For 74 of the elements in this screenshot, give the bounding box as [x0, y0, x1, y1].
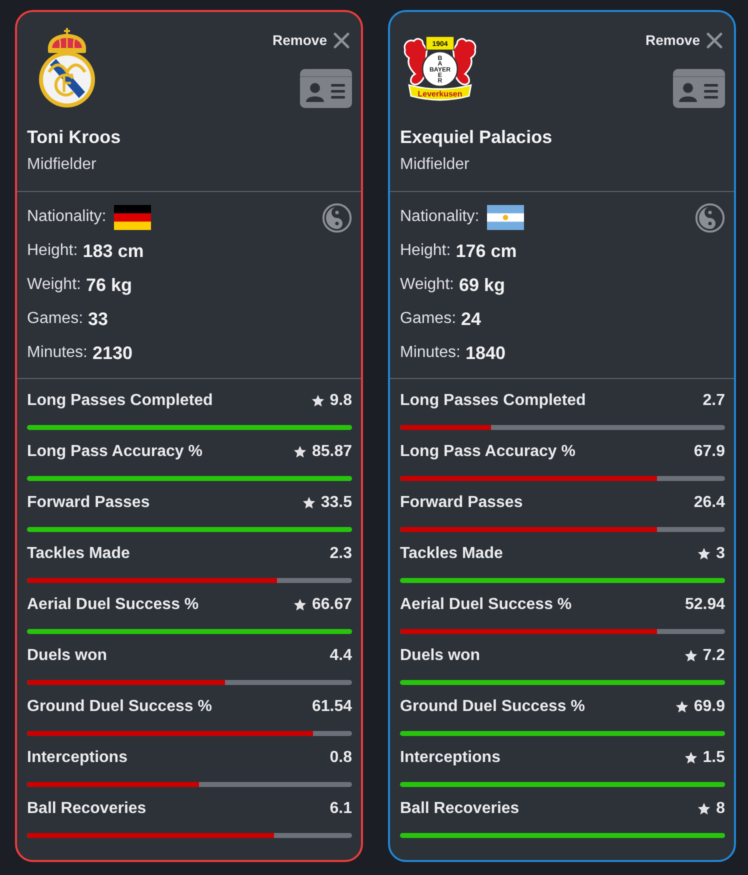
info-label: Height:	[27, 242, 78, 260]
stat-value: 2.3	[330, 545, 352, 563]
stat-label: Ball Recoveries	[400, 800, 520, 818]
info-label: Games:	[400, 310, 456, 328]
id-card-icon[interactable]	[673, 69, 725, 108]
stat-value: 4.4	[330, 647, 352, 665]
info-label: Height:	[400, 242, 451, 260]
german-flag-icon	[114, 204, 152, 230]
stat-label: Aerial Duel Success %	[27, 596, 199, 614]
info-label: Minutes:	[400, 344, 460, 362]
stat-value: 69.9	[694, 698, 725, 716]
stat-label: Duels won	[400, 647, 480, 665]
stat-label: Tackles Made	[400, 545, 503, 563]
info-value: 76 kg	[86, 274, 132, 296]
close-icon	[706, 32, 723, 48]
stat-label: Long Passes Completed	[27, 392, 213, 410]
info-value: 2130	[92, 342, 133, 364]
info-label: Games:	[27, 310, 84, 328]
info-label: Weight:	[27, 276, 81, 294]
stat-value: 0.8	[330, 749, 352, 767]
stat-value: 9.8	[330, 392, 352, 410]
stat-label: Long Pass Accuracy %	[400, 443, 576, 461]
crest-disc	[422, 50, 458, 88]
year-banner	[426, 36, 454, 50]
remove-button[interactable]: Remove	[646, 31, 723, 49]
stat-label: Forward Passes	[400, 494, 523, 512]
info-value: 1840	[465, 342, 506, 364]
info-value: 69 kg	[458, 274, 505, 296]
stat-value: 52.94	[684, 596, 725, 614]
stat-label: Interceptions	[27, 749, 128, 767]
stat-label: Long Pass Accuracy %	[27, 443, 202, 461]
info-value: 183 cm	[82, 240, 144, 262]
id-card-icon[interactable]	[300, 69, 352, 108]
yin-yang-icon[interactable]	[322, 203, 352, 233]
lion-drawing	[452, 38, 476, 86]
stat-value: 67.9	[694, 443, 725, 461]
close-icon	[333, 32, 350, 48]
stat-value: 1.5	[702, 749, 725, 767]
stat-value: 33.5	[320, 494, 352, 512]
player-position: Midfielder	[27, 155, 98, 175]
info-value: 24	[461, 308, 482, 330]
stat-value: 26.4	[694, 494, 725, 512]
yin-yang-icon[interactable]	[695, 203, 725, 233]
player-position: Midfielder	[400, 155, 470, 175]
info-label: Nationality:	[400, 208, 480, 226]
stat-value: 2.7	[702, 392, 725, 410]
stat-label: Interceptions	[400, 749, 500, 767]
lion-drawing	[404, 38, 428, 86]
crest-ribbon-text: Leverkusen	[418, 90, 462, 98]
info-label: Weight:	[400, 276, 454, 294]
stat-label: Tackles Made	[27, 545, 130, 563]
stat-value: 85.87	[312, 443, 352, 461]
stat-label: Long Passes Completed	[400, 392, 586, 410]
info-label: Nationality:	[27, 208, 106, 226]
stat-label: Ground Duel Success %	[400, 698, 585, 716]
crest-ribbon	[408, 84, 472, 101]
stat-value: 61.54	[312, 698, 352, 716]
stat-value: 7.2	[702, 647, 725, 665]
stat-label: Aerial Duel Success %	[400, 596, 572, 614]
stat-value: 66.67	[312, 596, 352, 614]
stat-value: 6.1	[330, 800, 352, 818]
info-value: 176 cm	[456, 240, 517, 262]
remove-button[interactable]: Remove	[272, 31, 350, 49]
stat-value: 8	[716, 800, 725, 818]
stat-label: Duels won	[27, 647, 108, 665]
stat-label: Ball Recoveries	[27, 800, 146, 818]
player-name: Exequiel Palacios	[400, 126, 554, 149]
player-name: Toni Kroos	[27, 126, 122, 149]
stat-label: Forward Passes	[27, 494, 150, 512]
stat-label: Ground Duel Success %	[27, 698, 212, 716]
info-value: 33	[88, 308, 108, 330]
argentine-flag-icon	[487, 204, 524, 230]
info-label: Minutes:	[27, 344, 88, 362]
stat-value: 3	[716, 545, 725, 563]
